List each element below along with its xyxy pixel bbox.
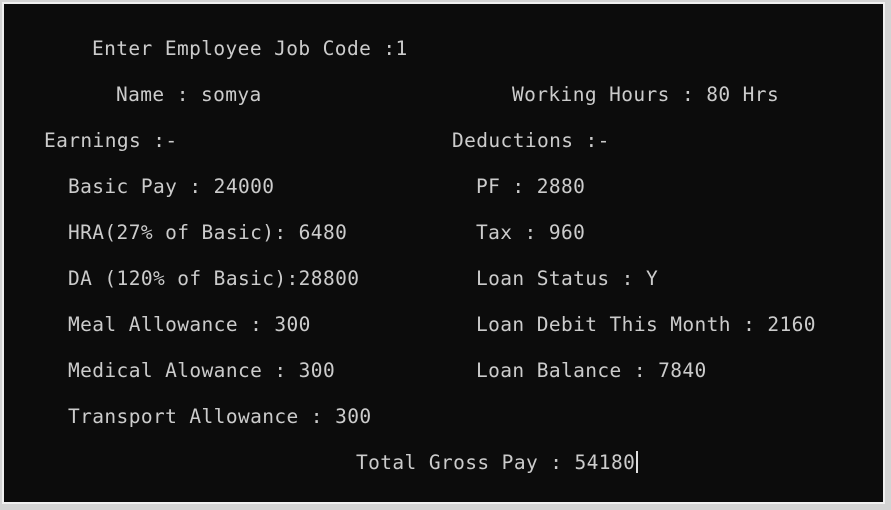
text-cursor [636,451,639,473]
deductions-header: Deductions :- [452,129,610,152]
job-code-line: Enter Employee Job Code :1 [92,37,408,60]
earnings-header: Earnings :- [44,129,178,152]
console-window[interactable]: Enter Employee Job Code :1 Name : somya … [2,2,885,504]
basic-pay-line: Basic Pay : 24000 [68,175,275,198]
loan-status-line: Loan Status : Y [476,267,659,290]
tax-line: Tax : 960 [476,221,586,244]
working-hours-line: Working Hours : 80 Hrs [512,83,780,106]
total-gross-pay-line: Total Gross Pay : 54180 [356,451,639,475]
total-gross-pay-text: Total Gross Pay : 54180 [356,451,636,474]
loan-debit-line: Loan Debit This Month : 2160 [476,313,816,336]
meal-allowance-line: Meal Allowance : 300 [68,313,311,336]
employee-name-line: Name : somya [116,83,262,106]
hra-line: HRA(27% of Basic): 6480 [68,221,348,244]
loan-balance-line: Loan Balance : 7840 [476,359,707,382]
medical-allowance-line: Medical Alowance : 300 [68,359,336,382]
pf-line: PF : 2880 [476,175,586,198]
transport-allowance-line: Transport Allowance : 300 [68,405,372,428]
da-line: DA (120% of Basic):28800 [68,267,360,290]
